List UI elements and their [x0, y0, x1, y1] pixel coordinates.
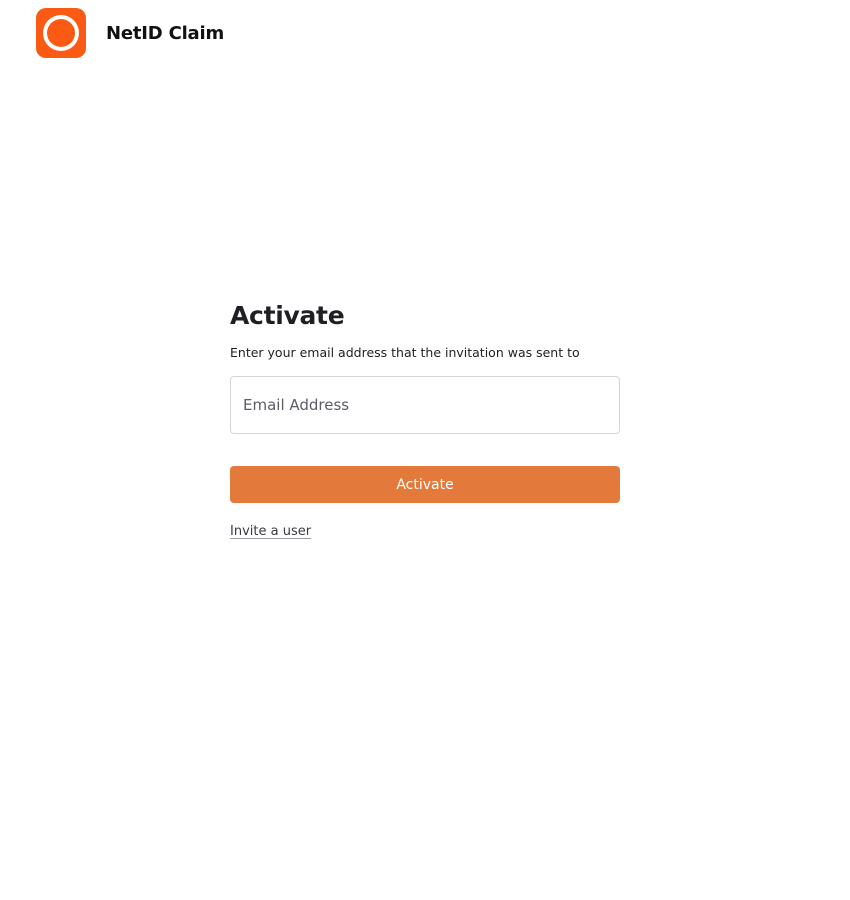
netid-logo-icon: [36, 8, 86, 58]
email-field[interactable]: [230, 376, 620, 434]
app-title: NetID Claim: [106, 22, 225, 44]
app-header: NetID Claim: [36, 8, 224, 58]
page-title: Activate: [230, 301, 345, 330]
activate-button[interactable]: Activate: [230, 466, 620, 503]
invite-user-link[interactable]: Invite a user: [230, 524, 311, 539]
activate-form: Activate Enter your email address that t…: [230, 300, 620, 539]
form-subtitle: Enter your email address that the invita…: [230, 345, 580, 360]
